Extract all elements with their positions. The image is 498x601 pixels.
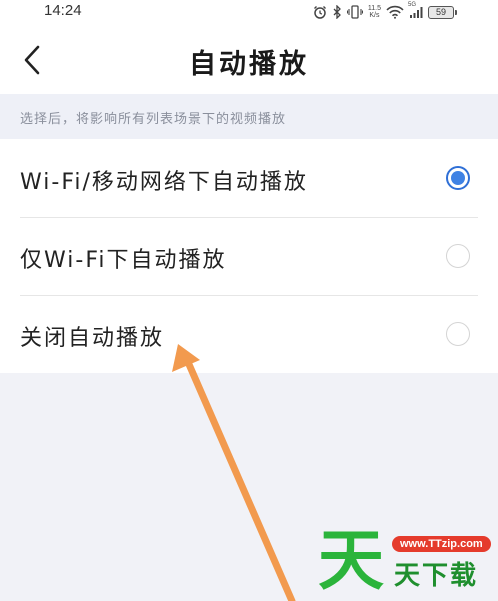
page-title: 自动播放 <box>189 49 309 80</box>
status-icons: 11.5 K/s 5G 59 <box>313 2 457 21</box>
status-time: 14:24 <box>44 2 82 19</box>
watermark-logo: 天 www.TTzip.com 天下载 <box>316 520 498 601</box>
cellular-signal-icon: 5G <box>408 2 423 19</box>
vibrate-icon <box>346 5 363 19</box>
radio-button[interactable] <box>446 166 470 190</box>
arrow-shaft <box>184 358 296 601</box>
signal-label: 5G <box>408 2 417 8</box>
battery-level: 59 <box>435 7 446 17</box>
radio-button[interactable] <box>446 322 470 346</box>
watermark-big-char: 天 <box>318 522 384 599</box>
hint-band: 选择后，将影响所有列表场景下的视频播放 <box>0 94 498 139</box>
watermark-text: 天下载 <box>394 561 479 591</box>
option-wifi-only[interactable]: 仅Wi-Fi下自动播放 <box>0 217 498 295</box>
header: 自动播放 <box>0 24 498 94</box>
watermark-url: www.TTzip.com <box>392 536 491 552</box>
option-label: 仅Wi-Fi下自动播放 <box>20 248 227 273</box>
hint-text: 选择后，将影响所有列表场景下的视频播放 <box>20 112 287 127</box>
radio-button[interactable] <box>446 244 470 268</box>
option-label: Wi-Fi/移动网络下自动播放 <box>20 170 308 195</box>
autoplay-options-list: Wi-Fi/移动网络下自动播放 仅Wi-Fi下自动播放 关闭自动播放 <box>0 139 498 373</box>
net-speed-value: 11.5 <box>367 5 381 12</box>
wifi-icon <box>386 5 404 19</box>
status-bar: 14:24 11.5 K/s 5G 59 <box>0 0 498 24</box>
option-wifi-and-mobile[interactable]: Wi-Fi/移动网络下自动播放 <box>0 139 498 217</box>
bluetooth-icon <box>332 5 342 19</box>
alarm-icon <box>313 5 327 19</box>
net-speed-unit: K/s <box>369 12 380 19</box>
option-off[interactable]: 关闭自动播放 <box>0 295 498 373</box>
option-label: 关闭自动播放 <box>20 326 165 351</box>
battery-indicator: 59 <box>428 5 457 19</box>
net-speed: 11.5 K/s <box>368 5 381 19</box>
